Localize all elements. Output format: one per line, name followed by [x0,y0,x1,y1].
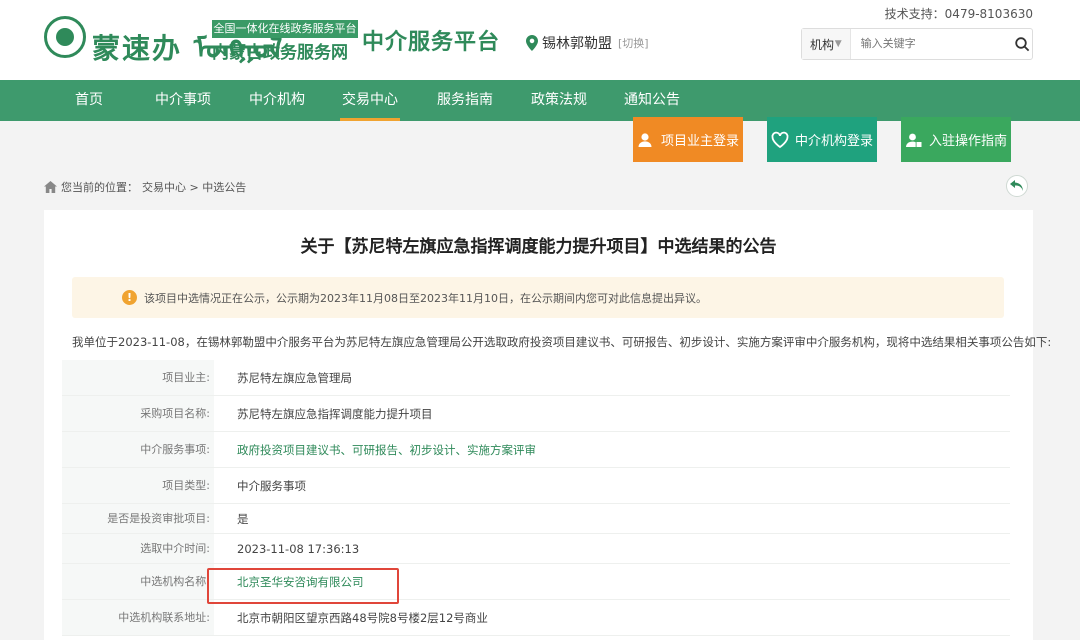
search-icon [1015,36,1030,51]
main-nav: 首页 中介事项 中介机构 交易中心 服务指南 政策法规 通知公告 [0,80,1080,121]
table-row: 中选机构名称: 北京圣华安咨询有限公司 [62,564,1010,600]
home-icon [44,181,57,193]
row-label: 中选机构联系地址: [62,600,214,635]
announcement-intro: 我单位于2023-11-08，在锡林郭勒盟中介服务平台为苏尼特左旗应急管理局公开… [72,335,1052,349]
tech-support-text: 技术支持：0479-8103630 [884,7,1033,21]
nav-item-intermediary-items[interactable]: 中介事项 [152,80,214,121]
row-label: 中选机构名称: [62,564,214,599]
table-row: 项目类型: 中介服务事项 [62,468,1010,504]
row-value-link[interactable]: 政府投资项目建议书、可研报告、初步设计、实施方案评审 [214,442,536,458]
nav-item-home[interactable]: 首页 [62,80,116,121]
row-label: 采购项目名称: [62,396,214,431]
row-label: 中介服务事项: [62,432,214,467]
owner-login-button[interactable]: 项目业主登录 [633,117,743,162]
table-row: 中介服务事项: 政府投资项目建议书、可研报告、初步设计、实施方案评审 [62,432,1010,468]
breadcrumb: 您当前的位置： 交易中心 > 中选公告 [44,179,246,195]
site-header: 蒙速办 ᠮᠣᠩᠭᠣᠯ 全国一体化在线政务服务平台 内蒙古政务服务网 中介服务平台… [0,0,1080,80]
org-login-button[interactable]: 中介机构登录 [767,117,877,162]
table-row: 采购项目名称: 苏尼特左旗应急指挥调度能力提升项目 [62,396,1010,432]
publicity-notice-text: 该项目中选情况正在公示，公示期为2023年11月08日至2023年11月10日，… [144,291,707,305]
location-pin-icon [526,35,538,51]
breadcrumb-prefix: 您当前的位置： [61,181,138,194]
announcement-card: 关于【苏尼特左旗应急指挥调度能力提升项目】中选结果的公告 ! 该项目中选情况正在… [44,210,1051,640]
row-label: 是否是投资审批项目: [62,504,214,533]
row-value: 是 [237,511,249,526]
search-scope-value: 机构 [810,37,835,52]
row-label: 项目类型: [62,468,214,503]
logo-badge: 全国一体化在线政务服务平台 [212,20,358,38]
onboarding-guide-label: 入驻操作指南 [928,134,1007,149]
nav-item-service-guide[interactable]: 服务指南 [434,80,496,121]
back-button[interactable] [1006,175,1028,197]
result-details-table: 项目业主: 苏尼特左旗应急管理局 采购项目名称: 苏尼特左旗应急指挥调度能力提升… [62,360,1010,636]
region-name: 锡林郭勒盟 [542,36,612,52]
row-label: 选取中介时间: [62,534,214,563]
publicity-notice: ! 该项目中选情况正在公示，公示期为2023年11月08日至2023年11月10… [72,277,1004,318]
row-value: 苏尼特左旗应急管理局 [237,370,352,385]
row-value: 2023-11-08 17:36:13 [237,541,360,556]
row-label: 项目业主: [62,360,214,395]
search-button[interactable] [1013,29,1032,59]
table-row: 中选机构联系地址: 北京市朝阳区望京西路48号院8号楼2层12号商业 [62,600,1010,636]
emblem-logo-icon[interactable] [44,16,86,58]
nav-item-intermediary-orgs[interactable]: 中介机构 [246,80,308,121]
row-value: 中介服务事项 [237,478,306,493]
undo-arrow-icon [1010,180,1023,191]
logo-name[interactable]: 内蒙古政务服务网 [212,38,348,63]
user-guide-icon [905,133,922,147]
nav-item-notices[interactable]: 通知公告 [622,80,682,121]
region-switch-link[interactable]: [切换] [618,35,649,51]
user-icon [638,132,652,147]
table-row: 项目业主: 苏尼特左旗应急管理局 [62,360,1010,396]
heart-handshake-icon [771,131,789,148]
table-row: 是否是投资审批项目: 是 [62,504,1010,534]
onboarding-guide-button[interactable]: 入驻操作指南 [901,117,1011,162]
nav-item-policies[interactable]: 政策法规 [528,80,590,121]
region-selector[interactable]: 锡林郭勒盟 [切换] [526,33,649,53]
search-input[interactable] [850,29,1013,59]
announcement-title: 关于【苏尼特左旗应急指挥调度能力提升项目】中选结果的公告 [300,237,777,257]
breadcrumb-path[interactable]: 交易中心 > 中选公告 [142,179,246,195]
chevron-down-icon: ▼ [834,39,842,49]
org-login-label: 中介机构登录 [794,134,873,149]
table-row: 选取中介时间: 2023-11-08 17:36:13 [62,534,1010,564]
row-value: 北京市朝阳区望京西路48号院8号楼2层12号商业 [237,610,488,625]
info-warning-icon: ! [122,290,137,305]
owner-login-label: 项目业主登录 [660,134,739,149]
search-bar: 机构 ▼ [801,28,1033,60]
nav-item-trading-center[interactable]: 交易中心 [340,80,400,121]
row-value: 苏尼特左旗应急指挥调度能力提升项目 [237,406,433,421]
search-scope-select[interactable]: 机构 ▼ [802,29,851,59]
site-title: 中介服务平台 [362,30,501,55]
selected-org-highlight-box [207,568,399,604]
